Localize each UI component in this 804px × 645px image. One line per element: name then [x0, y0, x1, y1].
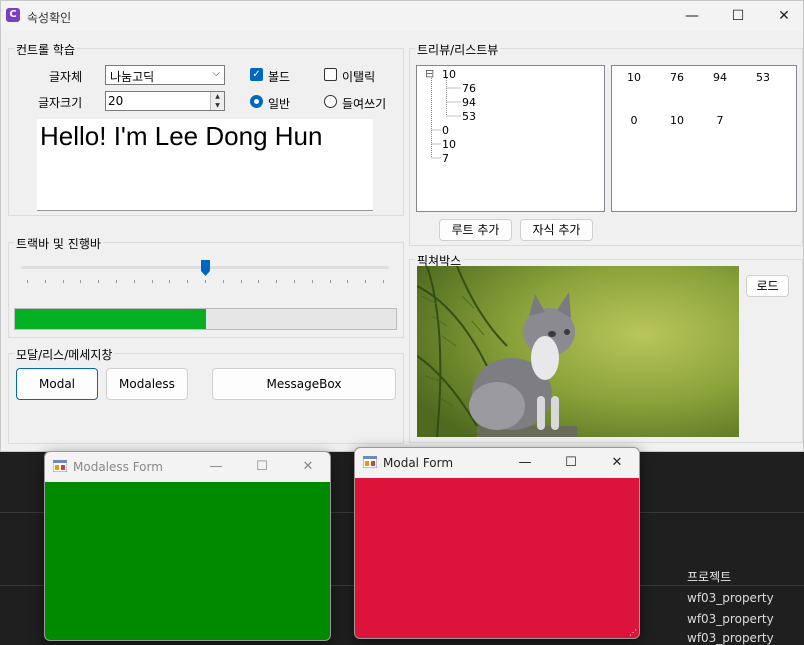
trackbar-tick	[294, 280, 295, 283]
bold-checkbox[interactable]: ✓	[250, 68, 263, 81]
trackbar-tick	[258, 280, 260, 283]
modaless-button[interactable]: Modaless	[106, 368, 188, 400]
font-label: 글자체	[49, 70, 83, 84]
close-button[interactable]: ✕	[761, 1, 804, 31]
minimize-button[interactable]: —	[502, 448, 548, 478]
normal-label: 일반	[268, 97, 291, 111]
sample-textbox[interactable]: Hello! I'm Lee Dong Hun	[37, 119, 373, 211]
trackbar-tick	[329, 280, 331, 283]
trackbar-tick	[276, 280, 278, 283]
trackbar-tick	[187, 280, 189, 283]
messagebox-button[interactable]: MessageBox	[212, 368, 396, 400]
trackbar-tick	[116, 280, 117, 283]
close-button[interactable]: ✕	[594, 448, 639, 478]
picture-box	[417, 266, 739, 437]
list-cell[interactable]: 7	[705, 114, 735, 127]
trackbar-tick	[133, 280, 135, 283]
minimize-button[interactable]: —	[669, 1, 715, 31]
font-group-title: 컨트롤 학습	[14, 41, 78, 58]
app-icon: C	[6, 8, 20, 22]
font-combobox-value: 나눔고딕	[110, 70, 155, 84]
tree-group-title: 트리뷰/리스트뷰	[415, 41, 501, 58]
progress-fill	[15, 309, 206, 329]
modal-form-titlebar[interactable]: Modal Form — ☐ ✕	[355, 448, 639, 478]
trackbar-tick	[62, 280, 64, 283]
trackbar-tick	[44, 280, 46, 283]
trackbar-tick	[151, 280, 153, 283]
bold-label: 볼드	[268, 70, 291, 84]
window-title: 속성확인	[27, 11, 72, 25]
maximize-button[interactable]: ☐	[715, 1, 761, 31]
sample-text: Hello! I'm Lee Dong Hun	[40, 121, 323, 151]
trackbar-tick	[222, 280, 224, 283]
trackbar-tick	[205, 280, 206, 283]
tree-node-child[interactable]: 94	[462, 96, 476, 109]
tree-expander-icon[interactable]: ⊟	[425, 67, 434, 80]
size-stepper[interactable]: 20 ▲ ▼	[105, 91, 225, 111]
font-combobox[interactable]: 나눔고딕 ⌵	[105, 65, 225, 85]
trackbar-tick	[383, 280, 384, 283]
trackbar-tick	[311, 280, 313, 283]
add-child-button[interactable]: 자식 추가	[520, 219, 593, 241]
trackbar-tick	[27, 280, 28, 283]
trackbar-tick	[169, 280, 171, 283]
modaless-form-titlebar[interactable]: Modaless Form — ☐ ✕	[45, 452, 330, 482]
modaless-form-window[interactable]: Modaless Form — ☐ ✕	[44, 451, 331, 641]
form-icon	[363, 456, 377, 468]
track-group-title: 트랙바 및 진행바	[14, 235, 103, 252]
list-view[interactable]: 10 76 94 53 0 10 7	[611, 65, 797, 212]
modaless-form-title: Modaless Form	[73, 460, 163, 474]
size-label: 글자크기	[38, 96, 83, 110]
load-button[interactable]: 로드	[746, 275, 789, 297]
list-cell[interactable]: 0	[619, 114, 649, 127]
spin-arrows-icon[interactable]: ▲ ▼	[210, 92, 224, 110]
progress-bar	[14, 308, 397, 330]
size-stepper-value: 20	[108, 94, 124, 108]
list-cell[interactable]: 76	[662, 71, 692, 84]
trackbar-tick	[240, 280, 242, 283]
ide-project-item[interactable]: wf03_property	[687, 612, 774, 626]
tree-node-root[interactable]: 10	[442, 68, 456, 81]
trackbar-tick	[347, 280, 349, 283]
list-cell[interactable]: 94	[705, 71, 735, 84]
italic-checkbox[interactable]	[324, 68, 337, 81]
tree-node-root[interactable]: 0	[442, 124, 449, 137]
indent-radio[interactable]	[324, 95, 337, 108]
normal-radio[interactable]	[250, 95, 263, 108]
indent-label: 들여쓰기	[342, 97, 387, 111]
tree-node-root[interactable]: 7	[442, 152, 449, 165]
list-cell[interactable]: 53	[748, 71, 778, 84]
modal-form-title: Modal Form	[383, 456, 454, 470]
ide-panel-title: 프로젝트	[687, 570, 732, 584]
form-icon	[53, 460, 67, 472]
minimize-button[interactable]: —	[193, 452, 239, 482]
tree-node-root[interactable]: 10	[442, 138, 456, 151]
tree-node-child[interactable]: 53	[462, 110, 476, 123]
main-window: C 속성확인 — ☐ ✕ 컨트롤 학습 글자체 나눔고딕 ⌵ 글자크기 20 ▲…	[0, 0, 804, 452]
modal-form-window[interactable]: Modal Form — ☐ ✕ ⋰	[354, 447, 640, 639]
list-cell[interactable]: 10	[619, 71, 649, 84]
trackbar-tick	[80, 280, 82, 283]
title-bar[interactable]: C 속성확인 — ☐ ✕	[1, 1, 803, 31]
resize-grip-icon[interactable]: ⋰	[629, 628, 637, 637]
maximize-button[interactable]: ☐	[239, 452, 285, 482]
chevron-down-icon: ⌵	[212, 68, 220, 79]
maximize-button[interactable]: ☐	[548, 448, 594, 478]
close-button[interactable]: ✕	[285, 452, 330, 482]
trackbar-tick	[98, 280, 100, 283]
italic-label: 이탤릭	[342, 70, 376, 84]
tree-node-child[interactable]: 76	[462, 82, 476, 95]
tree-view[interactable]: ⊟ 10 76 94 53 0 10 7	[416, 65, 605, 212]
trackbar-tick	[365, 280, 367, 283]
dialog-group-title: 모달/리스/메세지창	[14, 346, 115, 363]
trackbar-thumb[interactable]	[200, 259, 211, 277]
ide-project-item[interactable]: wf03_property	[687, 591, 774, 605]
modal-button[interactable]: Modal	[16, 368, 98, 400]
list-cell[interactable]: 10	[662, 114, 692, 127]
ide-project-item[interactable]: wf03_property	[687, 631, 774, 645]
add-root-button[interactable]: 루트 추가	[439, 219, 512, 241]
